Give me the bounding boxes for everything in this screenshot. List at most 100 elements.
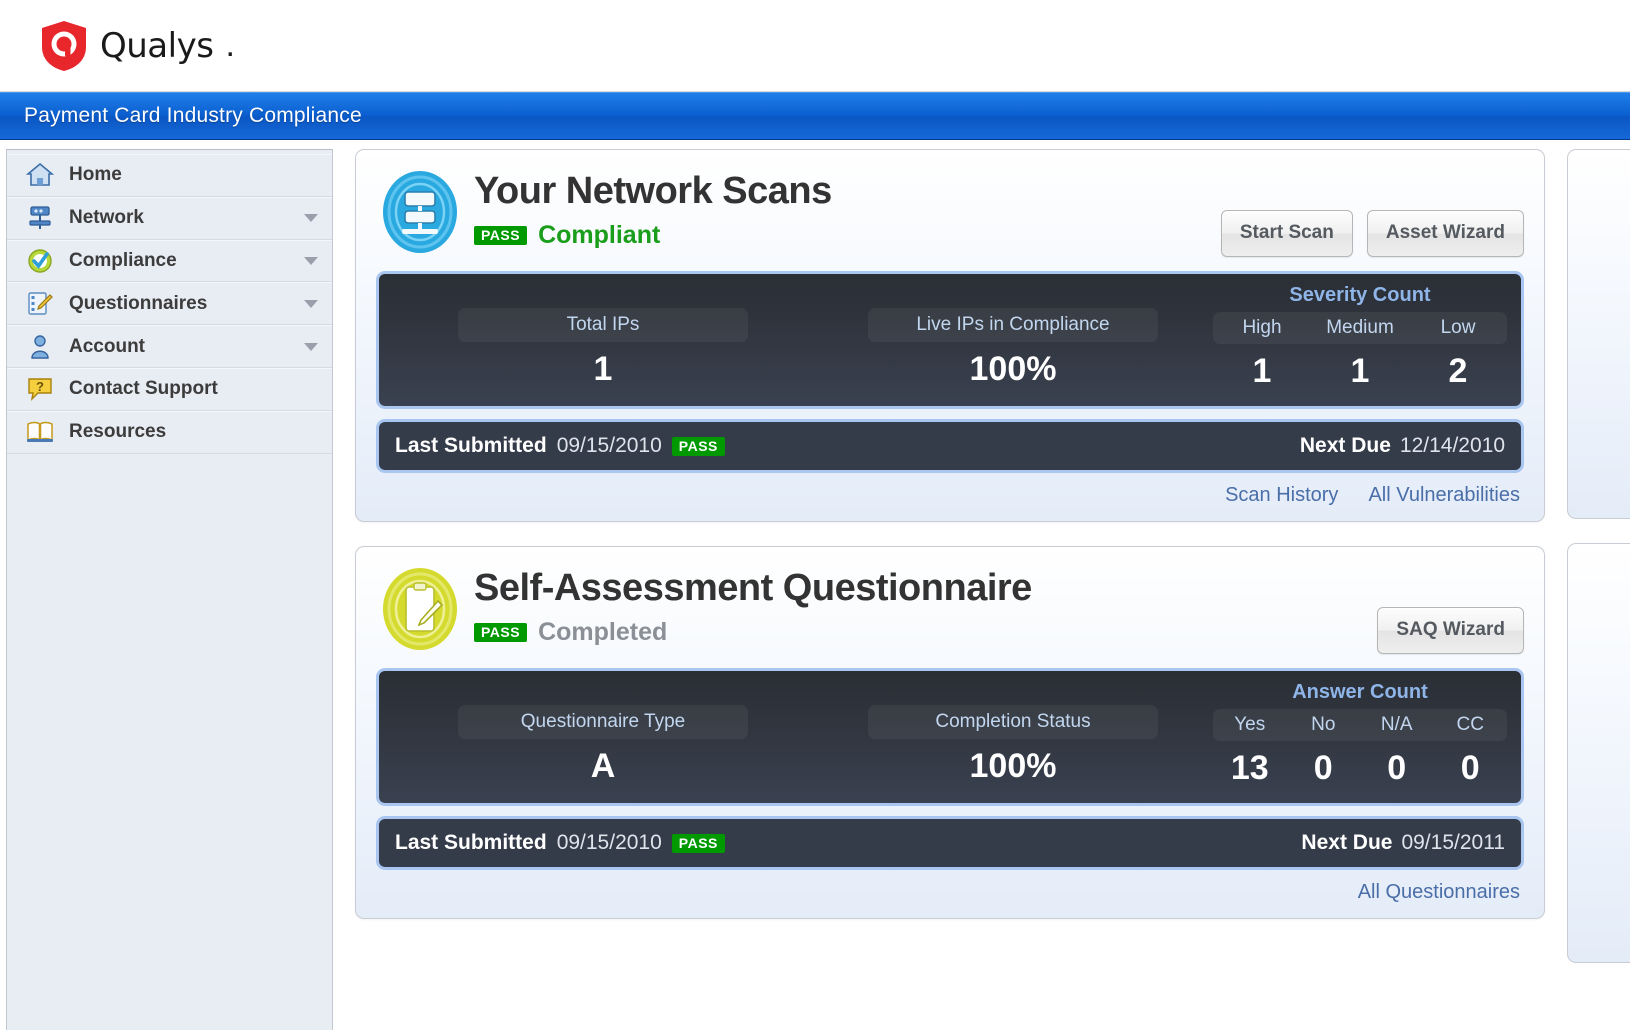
answer-value-no: 0 [1287, 751, 1361, 785]
asset-wizard-button[interactable]: Asset Wizard [1367, 210, 1524, 257]
answer-value-na: 0 [1360, 751, 1434, 785]
live-ips-label: Live IPs in Compliance [868, 308, 1158, 342]
network-scans-panel: Your Network Scans PASS Compliant Start … [355, 149, 1545, 522]
qualys-logo[interactable]: Qualys . [40, 20, 235, 72]
sidebar-item-label: Home [69, 164, 122, 186]
sidebar-item-questionnaires[interactable]: Questionnaires [7, 282, 332, 325]
saq-title: Self-Assessment Questionnaire [474, 569, 1032, 609]
qualys-shield-icon [40, 20, 88, 72]
saq-header: Self-Assessment Questionnaire PASS Compl… [376, 563, 1524, 654]
secondary-column [1567, 149, 1630, 963]
severity-values: 1 1 2 [1213, 354, 1507, 388]
last-submitted-date: 09/15/2010 [557, 831, 662, 855]
sidebar-item-label: Resources [69, 421, 166, 443]
last-submitted-group: Last Submitted 09/15/2010 PASS [395, 831, 725, 855]
severity-count-stat: Severity Count High Medium Low 1 1 2 [1213, 282, 1507, 388]
status-badge: PASS [474, 226, 527, 245]
sidebar: Home Network [6, 149, 333, 1030]
network-scan-icon [376, 168, 464, 256]
network-scans-actions: Start Scan Asset Wizard [1221, 166, 1524, 257]
answer-label-no: No [1287, 714, 1361, 736]
account-user-icon [25, 333, 55, 361]
sidebar-item-resources[interactable]: Resources [7, 411, 332, 454]
saq-status: PASS Completed [474, 618, 1032, 647]
saq-panel: Self-Assessment Questionnaire PASS Compl… [355, 546, 1545, 919]
brand-dot: . [225, 26, 234, 65]
answer-value-yes: 13 [1213, 751, 1287, 785]
severity-count-title: Severity Count [1213, 282, 1507, 308]
cards-row: Your Network Scans PASS Compliant Start … [355, 149, 1630, 963]
saq-submitted-bar: Last Submitted 09/15/2010 PASS Next Due … [376, 816, 1524, 870]
panel-gap [1567, 519, 1630, 543]
saq-wizard-button[interactable]: SAQ Wizard [1377, 607, 1524, 654]
page-header-bar: Payment Card Industry Compliance [0, 92, 1630, 140]
panel-gap [355, 522, 1545, 546]
main-content: Your Network Scans PASS Compliant Start … [333, 149, 1630, 1030]
stat-spacer [813, 282, 1213, 308]
severity-value-high: 1 [1213, 354, 1311, 388]
network-scans-stats: Total IPs 1 Live IPs in Compliance 100% … [376, 271, 1524, 409]
answer-labels: Yes No N/A CC [1213, 709, 1507, 741]
last-submitted-label: Last Submitted [395, 434, 547, 458]
stat-spacer [813, 679, 1213, 705]
sidebar-item-compliance[interactable]: Compliance [7, 240, 332, 283]
chevron-down-icon[interactable] [304, 343, 318, 351]
start-scan-button[interactable]: Start Scan [1221, 210, 1353, 257]
sidebar-nav-list: Home Network [7, 150, 332, 454]
questionnaire-type-value: A [393, 749, 813, 783]
sidebar-item-label: Account [69, 336, 145, 358]
status-text: Compliant [538, 221, 660, 250]
answer-count-stat: Answer Count Yes No N/A CC 13 0 0 [1213, 679, 1507, 785]
severity-labels: High Medium Low [1213, 312, 1507, 344]
sidebar-item-label: Compliance [69, 250, 177, 272]
severity-label-medium: Medium [1311, 317, 1409, 339]
book-icon [25, 418, 55, 446]
next-due-group: Next Due 12/14/2010 [1300, 434, 1505, 458]
chevron-down-icon[interactable] [304, 257, 318, 265]
total-ips-stat: Total IPs 1 [393, 282, 813, 388]
all-questionnaires-link[interactable]: All Questionnaires [1358, 881, 1520, 904]
scan-history-link[interactable]: Scan History [1225, 484, 1338, 507]
network-scans-links: Scan History All Vulnerabilities [376, 484, 1524, 507]
brand-bar: Qualys . [0, 0, 1630, 92]
sidebar-item-network[interactable]: Network [7, 197, 332, 240]
sidebar-item-label: Network [69, 207, 144, 229]
clipboard-pencil-icon [376, 565, 464, 653]
sidebar-item-label: Questionnaires [69, 293, 207, 315]
live-ips-stat: Live IPs in Compliance 100% [813, 282, 1213, 388]
questionnaire-type-label: Questionnaire Type [458, 705, 748, 739]
total-ips-value: 1 [393, 352, 813, 386]
chevron-down-icon[interactable] [304, 214, 318, 222]
answer-label-na: N/A [1360, 714, 1434, 736]
network-scans-submitted-bar: Last Submitted 09/15/2010 PASS Next Due … [376, 419, 1524, 473]
sidebar-item-home[interactable]: Home [7, 154, 332, 197]
next-due-date: 09/15/2011 [1401, 831, 1505, 855]
saq-stats: Questionnaire Type A Completion Status 1… [376, 668, 1524, 806]
total-ips-label: Total IPs [458, 308, 748, 342]
saq-links: All Questionnaires [376, 881, 1524, 904]
page-title: Payment Card Industry Compliance [24, 104, 362, 128]
sidebar-item-label: Contact Support [69, 378, 218, 400]
last-submitted-badge: PASS [672, 834, 725, 853]
last-submitted-label: Last Submitted [395, 831, 547, 855]
next-due-date: 12/14/2010 [1400, 434, 1505, 458]
svg-text:?: ? [36, 379, 44, 394]
last-submitted-group: Last Submitted 09/15/2010 PASS [395, 434, 725, 458]
sidebar-item-account[interactable]: Account [7, 325, 332, 368]
brand-name: Qualys [100, 26, 213, 66]
all-vulnerabilities-link[interactable]: All Vulnerabilities [1368, 484, 1520, 507]
next-due-label: Next Due [1301, 831, 1392, 855]
last-submitted-date: 09/15/2010 [557, 434, 662, 458]
answer-count-title: Answer Count [1213, 679, 1507, 705]
compliance-check-icon [25, 247, 55, 275]
live-ips-value: 100% [813, 352, 1213, 386]
network-scans-header: Your Network Scans PASS Compliant Start … [376, 166, 1524, 257]
sidebar-item-contact-support[interactable]: ? Contact Support [7, 368, 332, 411]
app-body: Home Network [0, 140, 1630, 1030]
network-scans-titles: Your Network Scans PASS Compliant [474, 166, 832, 250]
completion-status-label: Completion Status [868, 705, 1158, 739]
primary-column: Your Network Scans PASS Compliant Start … [355, 149, 1545, 963]
chevron-down-icon[interactable] [304, 300, 318, 308]
answer-label-cc: CC [1434, 714, 1508, 736]
help-bubble-icon: ? [25, 375, 55, 403]
